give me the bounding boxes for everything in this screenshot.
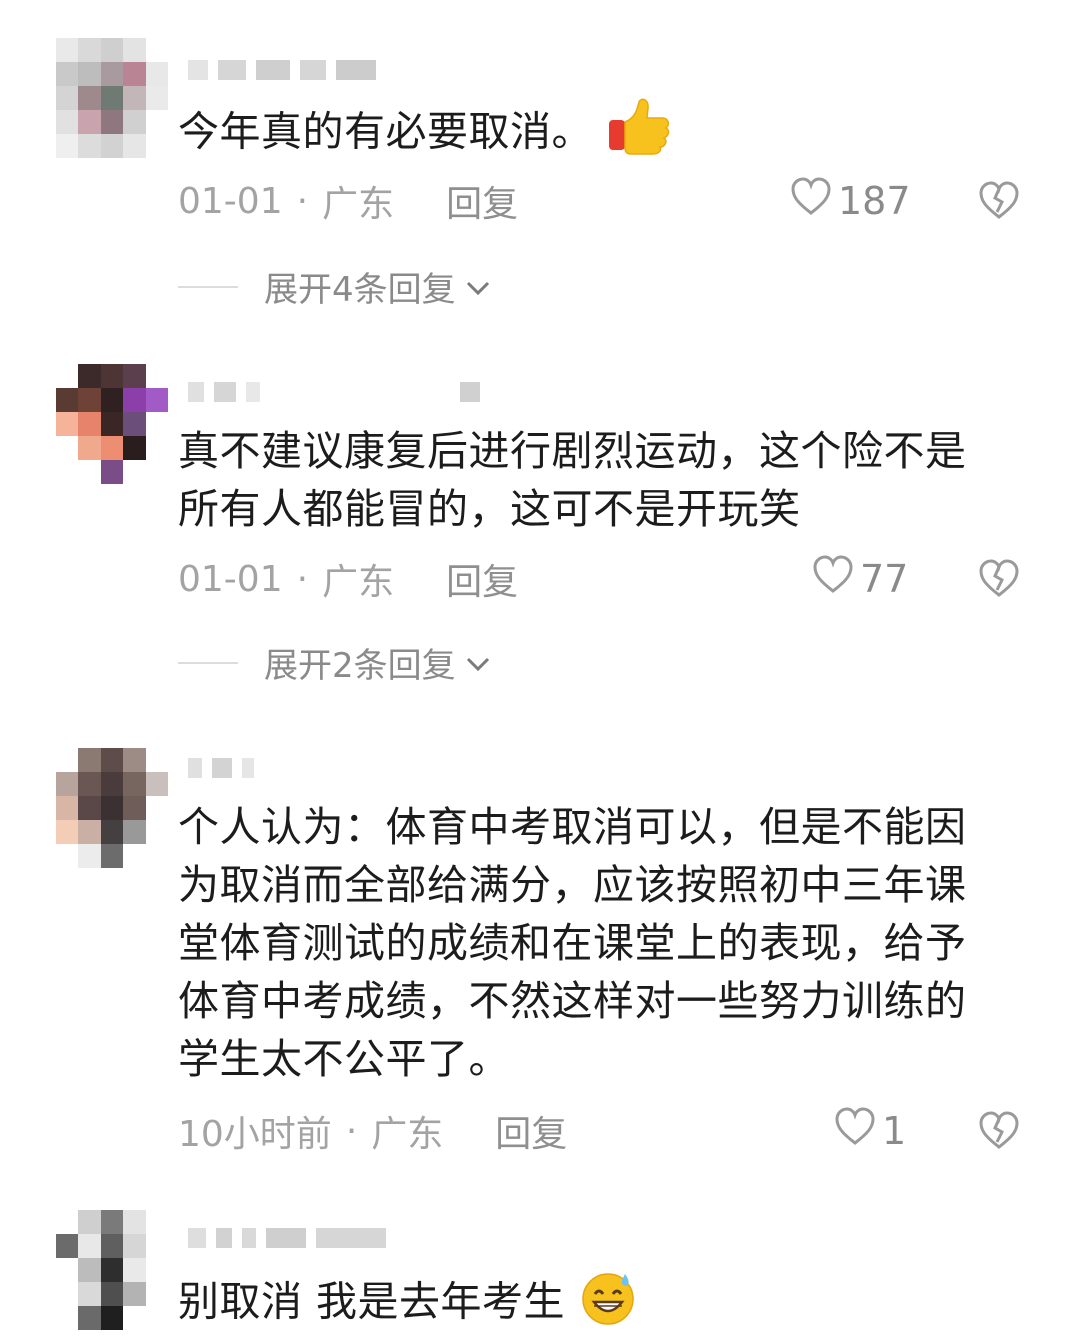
heart-outline-icon [834, 1106, 876, 1155]
like-button[interactable]: 1 [834, 1106, 906, 1155]
username-blurred[interactable] [188, 756, 254, 780]
separator-dot: · [296, 558, 309, 600]
comment-text-line: 堂体育测试的成绩和在课堂上的表现，给予 [178, 919, 967, 967]
grinning-sweat-icon [579, 1268, 637, 1341]
expand-replies-label: 展开4条回复 [264, 270, 456, 310]
comment-text: 今年真的有必要取消。 [178, 98, 1028, 171]
chevron-down-icon [464, 643, 492, 683]
comment-location: 广东 [322, 562, 395, 603]
dislike-button[interactable] [978, 558, 1020, 602]
username-blurred[interactable] [188, 58, 376, 82]
expand-replies-button[interactable]: 展开4条回复 [178, 262, 492, 311]
comment-time: 01-01 [178, 558, 283, 600]
dislike-button[interactable] [978, 1110, 1020, 1154]
comment-text-line: 学生太不公平了。 [178, 1035, 510, 1083]
avatar[interactable] [56, 364, 168, 484]
like-button[interactable]: 187 [790, 176, 911, 225]
chevron-down-icon [464, 267, 492, 307]
avatar[interactable] [56, 1210, 168, 1330]
comment-text-line: 个人认为：体育中考取消可以，但是不能因 [178, 803, 967, 851]
heart-outline-icon [790, 176, 832, 225]
dislike-button[interactable] [978, 180, 1020, 224]
username-blurred[interactable] [188, 1226, 386, 1250]
expand-replies-button[interactable]: 展开2条回复 [178, 638, 492, 687]
reply-button[interactable]: 回复 [446, 553, 518, 605]
comment-text-line: 所有人都能冒的，这可不是开玩笑 [178, 485, 801, 533]
thumbs-up-icon [607, 98, 671, 171]
broken-heart-icon [978, 181, 1020, 224]
comment-item: 今年真的有必要取消。 01-01 · 广东 回复 187 展开4条回复 [0, 0, 1080, 330]
avatar[interactable] [56, 748, 168, 868]
separator-dot: · [296, 180, 309, 222]
reply-button[interactable]: 回复 [495, 1105, 567, 1157]
comment-text: 别取消 我是去年考生 [178, 1268, 1028, 1341]
like-count: 187 [838, 178, 911, 223]
comment-text-line: 真不建议康复后进行剧烈运动，这个险不是 [178, 427, 967, 475]
comment-time: 01-01 [178, 180, 283, 222]
comment-location: 广东 [322, 184, 395, 225]
avatar[interactable] [56, 38, 168, 158]
comment-text: 个人认为：体育中考取消可以，但是不能因 为取消而全部给满分，应该按照初中三年课 … [178, 798, 1028, 1088]
divider [178, 285, 238, 288]
comment-text-line: 为取消而全部给满分，应该按照初中三年课 [178, 861, 967, 909]
divider [178, 661, 238, 664]
reply-button[interactable]: 回复 [446, 175, 518, 227]
comment-text-line: 今年真的有必要取消。 [178, 107, 593, 156]
comment-text-line: 别取消 我是去年考生 [178, 1277, 566, 1326]
comment-text: 真不建议康复后进行剧烈运动，这个险不是 所有人都能冒的，这可不是开玩笑 [178, 422, 1028, 538]
like-button[interactable]: 77 [812, 554, 908, 603]
like-count: 1 [882, 1108, 907, 1153]
comment-location: 广东 [371, 1114, 444, 1155]
comment-text-line: 体育中考成绩，不然这样对一些努力训练的 [178, 977, 967, 1025]
broken-heart-icon [978, 1111, 1020, 1154]
separator-dot: · [345, 1110, 358, 1152]
heart-outline-icon [812, 554, 854, 603]
like-count: 77 [860, 556, 909, 601]
comment-item: 真不建议康复后进行剧烈运动，这个险不是 所有人都能冒的，这可不是开玩笑 01-0… [0, 340, 1080, 710]
comment-item: 个人认为：体育中考取消可以，但是不能因 为取消而全部给满分，应该按照初中三年课 … [0, 740, 1080, 1180]
comment-item: 别取消 我是去年考生 [0, 1200, 1080, 1343]
expand-replies-label: 展开2条回复 [264, 646, 456, 686]
broken-heart-icon [978, 559, 1020, 602]
username-blurred[interactable] [188, 380, 480, 404]
comment-time: 10小时前 [178, 1114, 332, 1155]
